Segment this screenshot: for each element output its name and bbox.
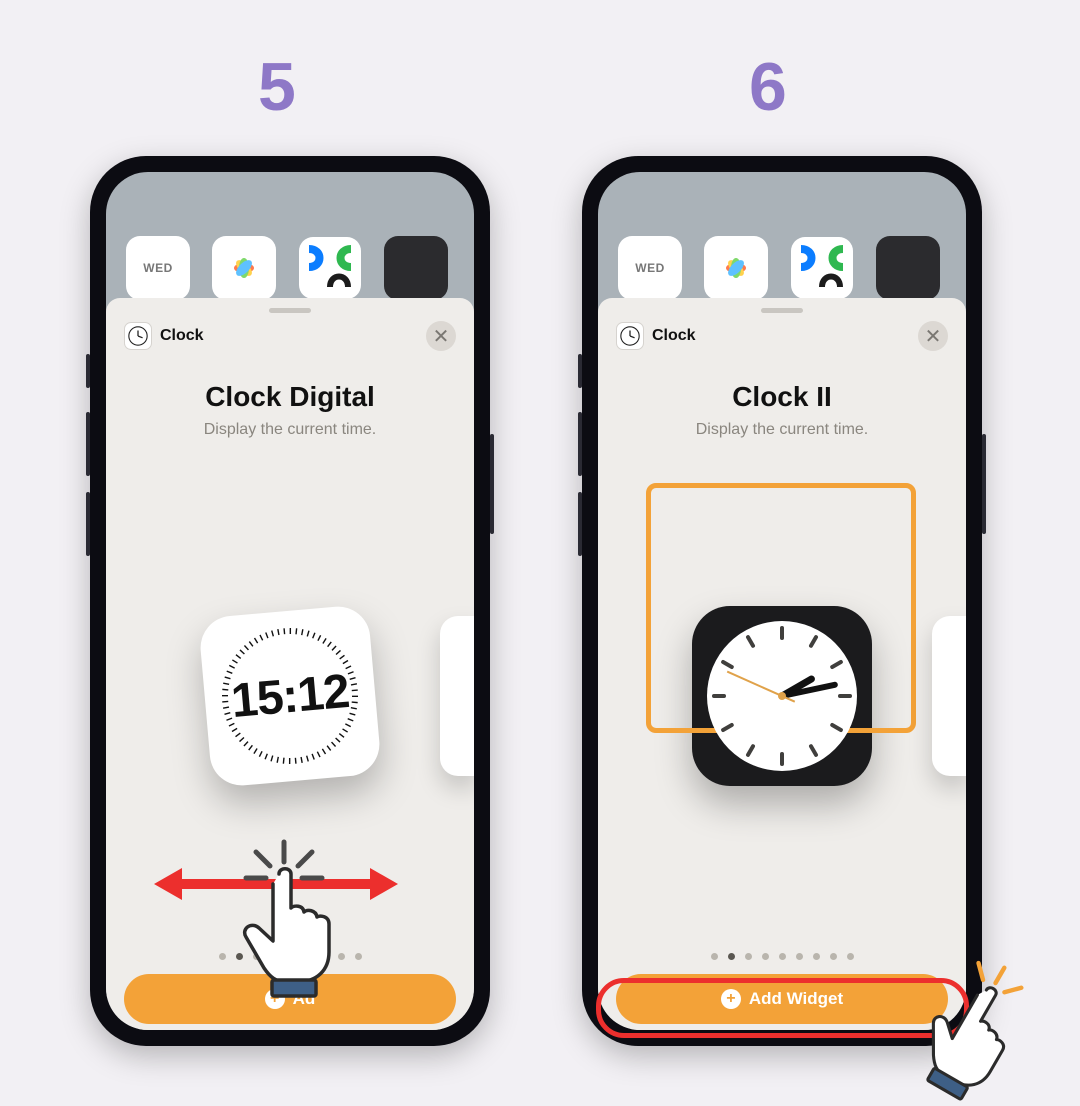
widget-subtitle: Display the current time. <box>616 421 948 439</box>
page-indicator <box>616 953 948 960</box>
widget-subtitle: Display the current time. <box>124 421 456 439</box>
clock-app-icon <box>616 322 644 350</box>
highlight-red-frame <box>596 978 969 1038</box>
close-icon: ✕ <box>433 324 450 349</box>
photos-icon <box>212 236 276 300</box>
home-row: WED <box>106 236 474 300</box>
add-widget-button[interactable]: + Ad <box>124 974 456 1024</box>
sheet-grabber[interactable] <box>269 308 311 313</box>
photos-icon <box>704 236 768 300</box>
sheet-app-label: Clock <box>652 327 696 345</box>
widget-preview-card-analog[interactable] <box>692 606 872 786</box>
app-icon-generic <box>298 236 362 300</box>
analog-clock-face <box>707 621 857 771</box>
widget-sheet: Clock ✕ Clock II Display the current tim… <box>598 298 966 1030</box>
widget-sheet: Clock ✕ Clock Digital Display the curren… <box>106 298 474 1030</box>
widget-preview-carousel[interactable]: 15:12 <box>124 439 456 953</box>
step-number-6: 6 <box>749 48 787 126</box>
add-widget-label: Ad <box>293 989 316 1009</box>
sheet-grabber[interactable] <box>761 308 803 313</box>
home-row: WED <box>598 236 966 300</box>
clock-app-icon <box>124 322 152 350</box>
page-indicator <box>124 953 456 960</box>
close-button[interactable]: ✕ <box>426 321 456 351</box>
app-icon-dark <box>384 236 448 300</box>
widget-preview-card-digital[interactable]: 15:12 <box>198 604 382 788</box>
tick-border-icon <box>211 617 369 775</box>
close-button[interactable]: ✕ <box>918 321 948 351</box>
calendar-icon: WED <box>126 236 190 300</box>
widget-title: Clock Digital <box>124 381 456 413</box>
calendar-icon: WED <box>618 236 682 300</box>
sheet-app-label: Clock <box>160 327 204 345</box>
phone-frame-right: WED Clock ✕ Clock <box>582 156 982 1046</box>
step-number-5: 5 <box>258 48 296 126</box>
app-icon-generic <box>790 236 854 300</box>
app-icon-dark <box>876 236 940 300</box>
next-widget-peek[interactable] <box>440 616 474 776</box>
phone-frame-left: WED Clock ✕ Clock <box>90 156 490 1046</box>
plus-circle-icon: + <box>265 989 285 1009</box>
widget-preview-carousel[interactable] <box>616 439 948 953</box>
widget-title: Clock II <box>616 381 948 413</box>
close-icon: ✕ <box>925 324 942 349</box>
next-widget-peek[interactable] <box>932 616 966 776</box>
